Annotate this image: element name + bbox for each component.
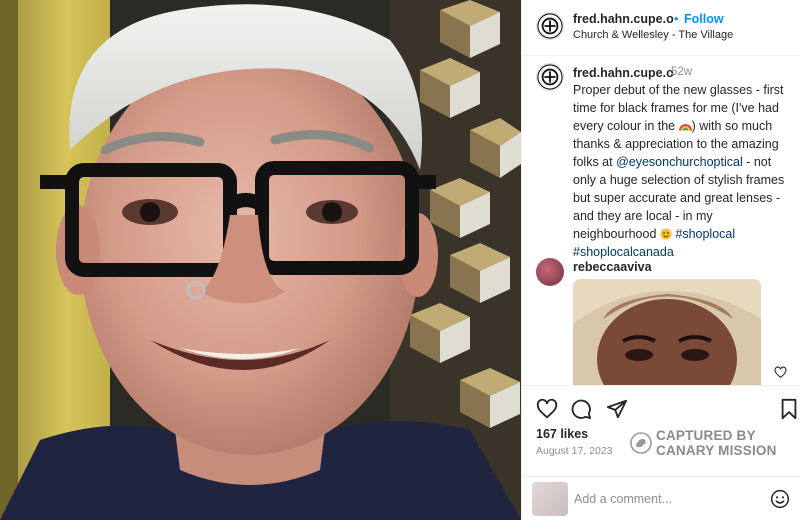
author-avatar[interactable] bbox=[536, 12, 564, 40]
current-user-avatar bbox=[532, 482, 568, 516]
follow-button[interactable]: Follow bbox=[684, 12, 724, 26]
author-username[interactable]: fred.hahn.cupe.o bbox=[573, 12, 674, 26]
commenter-username[interactable]: rebeccaaviva bbox=[573, 260, 652, 274]
heart-icon[interactable] bbox=[536, 398, 558, 420]
follow-separator: • bbox=[674, 12, 679, 26]
canary-bird-icon bbox=[630, 432, 652, 454]
watermark-line1: CAPTURED BY bbox=[656, 428, 756, 443]
comment-like-heart-icon[interactable] bbox=[774, 366, 787, 379]
union-logo-icon bbox=[537, 13, 563, 39]
add-comment-input[interactable] bbox=[574, 490, 754, 508]
caption-text: Proper debut of the new glasses - first … bbox=[573, 81, 795, 261]
comment-icon[interactable] bbox=[570, 398, 592, 420]
rainbow-icon bbox=[678, 124, 692, 131]
post-actions: 167 likes August 17, 2023 CAPTURED BY CA… bbox=[522, 385, 800, 520]
post-header: fred.hahn.cupe.o • Follow Church & Welle… bbox=[522, 0, 800, 56]
smile-emoji-icon bbox=[660, 228, 672, 240]
bookmark-icon[interactable] bbox=[778, 398, 800, 420]
post-date[interactable]: August 17, 2023 bbox=[536, 445, 612, 457]
emoji-icon[interactable] bbox=[770, 489, 790, 509]
caption-timestamp[interactable]: 52w bbox=[671, 66, 692, 78]
share-icon[interactable] bbox=[606, 398, 628, 420]
hashtag-shoplocalcanada[interactable]: #shoplocalcanada bbox=[573, 245, 674, 259]
comments-section[interactable]: fred.hahn.cupe.o 52w Proper debut of the… bbox=[522, 57, 800, 385]
watermark-text: CAPTURED BY CANARY MISSION bbox=[656, 428, 777, 458]
post-photo-image bbox=[0, 0, 521, 520]
watermark-line2: CANARY MISSION bbox=[656, 443, 777, 458]
likes-count[interactable]: 167 likes bbox=[536, 427, 588, 441]
hashtag-shoplocal[interactable]: #shoplocal bbox=[675, 227, 735, 241]
post-sidebar: fred.hahn.cupe.o • Follow Church & Welle… bbox=[521, 0, 800, 520]
commenter-avatar[interactable] bbox=[536, 258, 564, 286]
post-photo[interactable] bbox=[0, 0, 521, 520]
caption-username[interactable]: fred.hahn.cupe.o bbox=[573, 66, 674, 80]
canary-mission-watermark: CAPTURED BY CANARY MISSION bbox=[630, 428, 798, 458]
post-location[interactable]: Church & Wellesley - The Village bbox=[573, 29, 733, 41]
caption-avatar[interactable] bbox=[536, 63, 564, 91]
comment-image-content bbox=[573, 279, 761, 385]
add-comment-bar bbox=[522, 476, 800, 520]
mention-link[interactable]: @eyesonchurchoptical bbox=[616, 155, 743, 169]
union-logo-icon bbox=[537, 64, 563, 90]
comment-image[interactable] bbox=[573, 279, 761, 385]
